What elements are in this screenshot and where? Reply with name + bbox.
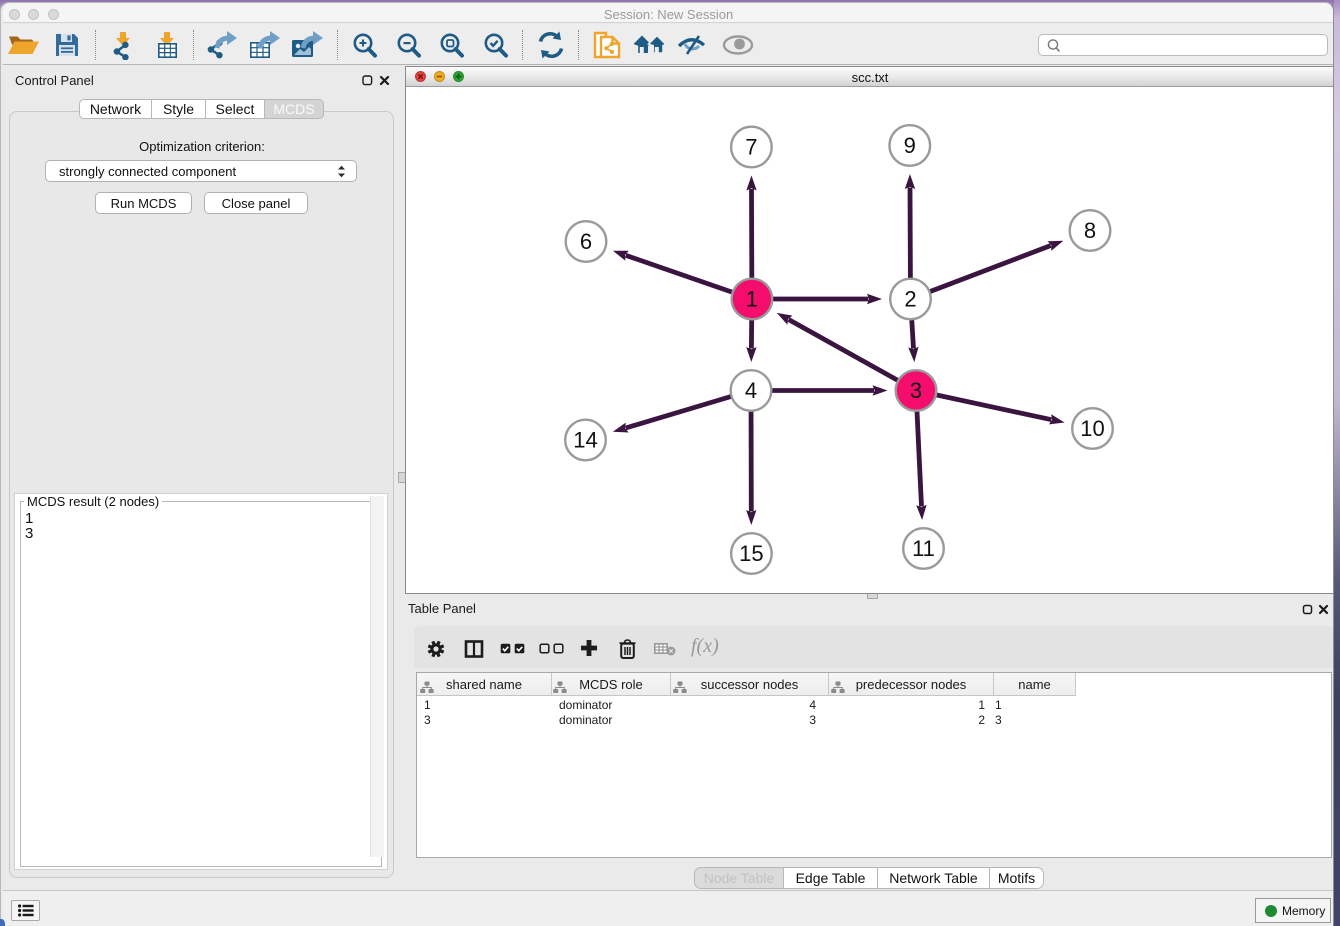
svg-text:4: 4: [745, 378, 757, 403]
svg-text:15: 15: [739, 541, 763, 566]
svg-text:14: 14: [573, 428, 597, 453]
svg-text:11: 11: [912, 536, 935, 561]
svg-text:1: 1: [746, 287, 758, 312]
svg-text:8: 8: [1084, 218, 1096, 243]
svg-text:2: 2: [904, 287, 916, 312]
svg-text:9: 9: [904, 133, 916, 158]
svg-text:3: 3: [910, 378, 922, 403]
svg-text:7: 7: [745, 135, 757, 160]
svg-text:10: 10: [1080, 416, 1104, 441]
svg-text:6: 6: [580, 229, 592, 254]
